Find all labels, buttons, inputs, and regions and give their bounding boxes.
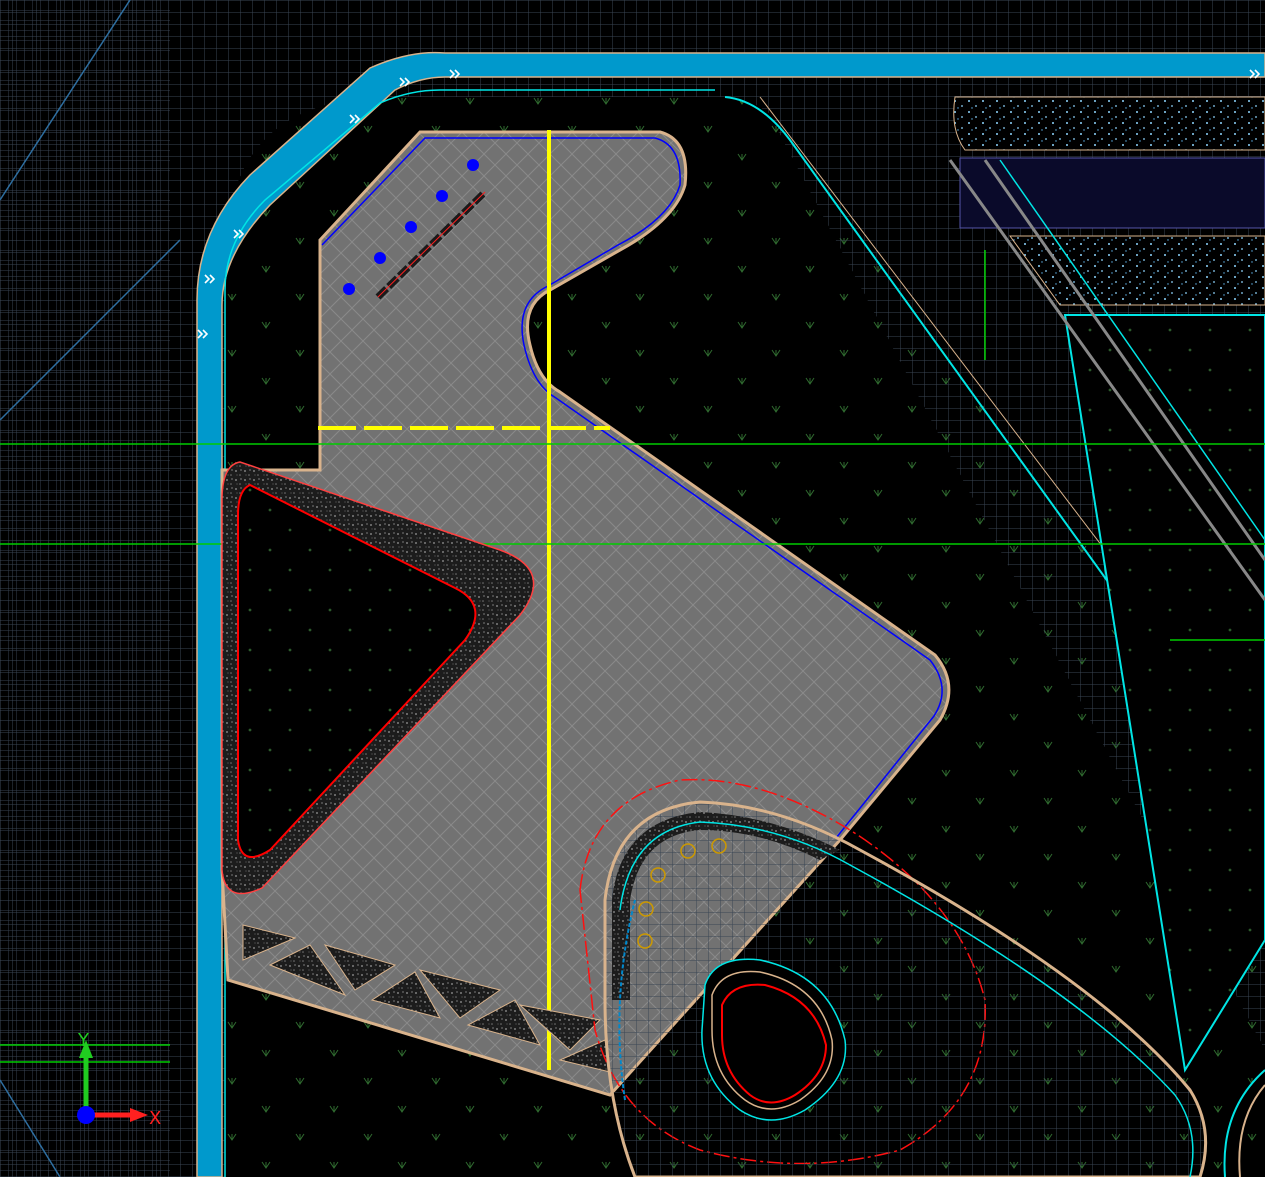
left-hatched-strip <box>0 0 170 1177</box>
ucs-x-label: X <box>149 1108 161 1129</box>
speckle-panel-top <box>953 96 1265 151</box>
cad-drawing-viewport[interactable]: X Y <box>0 0 1265 1177</box>
ucs-y-label: Y <box>77 1030 90 1051</box>
